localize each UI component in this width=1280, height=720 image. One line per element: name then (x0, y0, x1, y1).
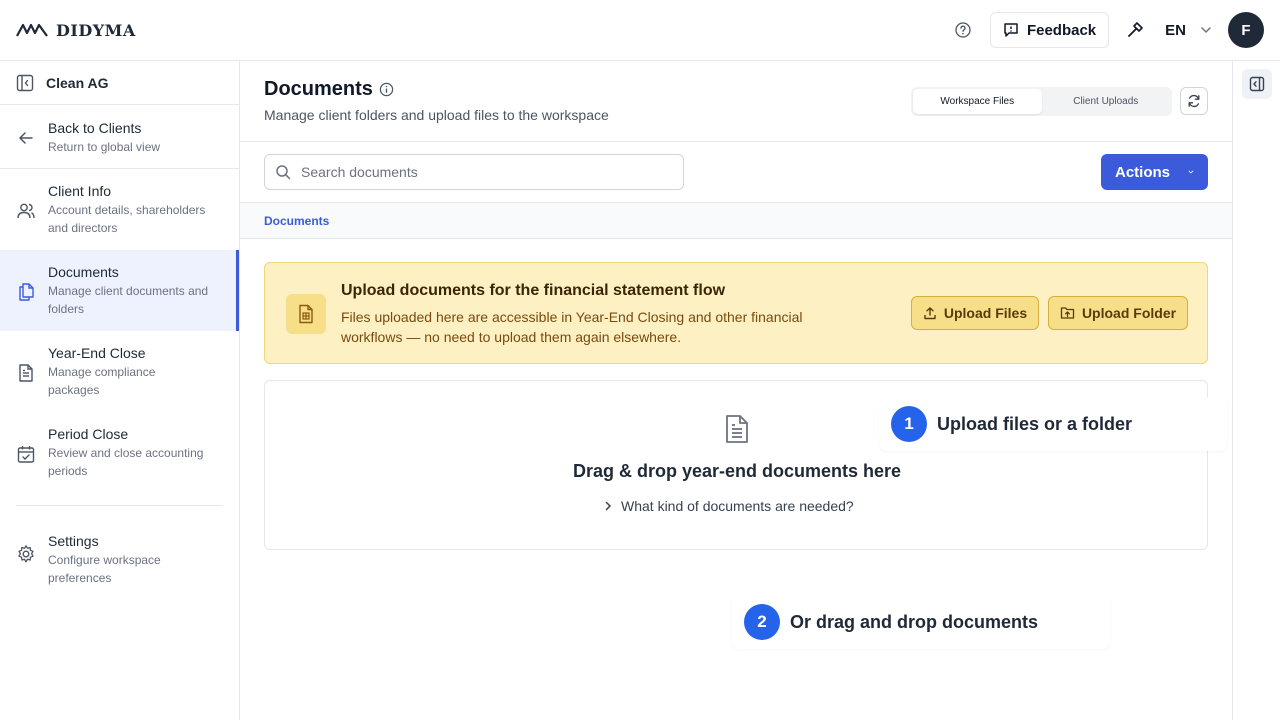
sidebar-item-title: Client Info (48, 183, 112, 199)
help-icon[interactable] (954, 21, 972, 39)
calendar-check-icon (16, 444, 36, 464)
banner-title: Upload documents for the financial state… (341, 282, 726, 299)
refresh-icon (1188, 94, 1200, 108)
callout-text: Upload files or a folder (937, 413, 1133, 434)
files-icon (16, 282, 36, 302)
arrow-left-icon (16, 128, 36, 148)
brand-logo[interactable]: DIDYMA (16, 21, 136, 40)
sidebar-item-title: Settings (48, 533, 99, 549)
page-title: Documents (264, 78, 394, 101)
sidebar-item-subtitle: Review and close accounting periods (48, 446, 204, 478)
upload-folder-button[interactable]: Upload Folder (1048, 296, 1188, 330)
page-header: Documents Manage client folders and uplo… (240, 61, 1232, 142)
feedback-button[interactable]: Feedback (989, 12, 1110, 48)
upload-icon (924, 307, 936, 320)
search-icon (276, 165, 291, 180)
language-label: EN (1165, 21, 1186, 39)
upload-info-banner: Upload documents for the financial state… (264, 262, 1208, 364)
refresh-button[interactable] (1180, 87, 1208, 115)
sidebar-item-title: Period Close (48, 426, 129, 442)
dropzone-title: Drag & drop year-end documents here (572, 461, 902, 481)
search-input[interactable] (301, 164, 661, 180)
sidebar-item-settings[interactable]: Settings Configure workspace preferences (0, 526, 239, 596)
sidebar-item-back-to-clients[interactable]: Back to Clients Return to global view (0, 105, 239, 169)
hammer-icon[interactable] (1125, 20, 1145, 40)
view-tabs: Workspace Files Client Uploads (911, 87, 1172, 116)
sidebar-item-subtitle: Configure workspace preferences (48, 553, 161, 585)
chevron-right-icon (605, 501, 612, 511)
callout-text: Or drag and drop documents (790, 611, 1039, 632)
documents-toolbar: Actions (240, 142, 1232, 203)
sidebar-item-title: Back to Clients (48, 120, 142, 136)
breadcrumb: Documents (240, 203, 1232, 239)
banner-text: Files uploaded here are accessible in Ye… (341, 309, 803, 345)
panel-toggle-icon (1249, 76, 1265, 92)
chevron-down-icon (1201, 27, 1211, 34)
user-avatar[interactable]: F (1228, 12, 1264, 48)
tab-client-uploads[interactable]: Client Uploads (1042, 89, 1171, 114)
sidebar-item-documents[interactable]: Documents Manage client documents and fo… (0, 250, 239, 331)
sidebar-item-subtitle: Return to global view (48, 140, 161, 154)
upload-folder-label: Upload Folder (1081, 305, 1177, 321)
callout-step-badge: 2 (744, 604, 780, 640)
page-subtitle: Manage client folders and upload files t… (264, 107, 609, 123)
users-icon (16, 201, 36, 221)
info-icon[interactable] (379, 82, 394, 97)
sidebar-item-client-info[interactable]: Client Info Account details, shareholder… (0, 169, 239, 250)
tour-callout-upload: 1 Upload files or a folder (879, 397, 1227, 451)
feedback-label: Feedback (1026, 21, 1097, 39)
sidebar-item-period-close[interactable]: Period Close Review and close accounting… (0, 412, 239, 493)
document-icon (722, 414, 752, 444)
brand-name: DIDYMA (56, 20, 136, 40)
search-box[interactable] (264, 154, 684, 190)
sidebar-item-title: Year-End Close (48, 345, 146, 361)
upload-files-button[interactable]: Upload Files (911, 296, 1039, 330)
message-icon (1004, 23, 1018, 37)
actions-button[interactable]: Actions (1101, 154, 1208, 190)
collapse-sidebar-icon[interactable] (16, 74, 34, 92)
folder-upload-icon (1060, 307, 1075, 319)
page-title-text: Documents (264, 78, 373, 100)
chevron-down-icon (1188, 170, 1194, 174)
document-requirements-label: What kind of documents are needed? (621, 498, 854, 514)
file-text-icon (16, 363, 36, 383)
sidebar-item-subtitle: Manage client documents and folders (48, 284, 209, 316)
spreadsheet-file-icon (286, 294, 326, 334)
sidebar-client-header[interactable]: Clean AG (0, 61, 239, 105)
tab-workspace-files[interactable]: Workspace Files (913, 89, 1042, 114)
right-panel-rail (1232, 61, 1280, 720)
client-name: Clean AG (46, 74, 109, 91)
top-header: DIDYMA Feedback EN F (0, 0, 1280, 61)
gear-icon (16, 544, 36, 564)
sidebar-item-subtitle: Account details, shareholders and direct… (48, 203, 206, 235)
tour-callout-drag-drop: 2 Or drag and drop documents (732, 595, 1110, 649)
sidebar-item-title: Documents (48, 264, 119, 280)
sidebar-divider (16, 505, 223, 506)
callout-step-badge: 1 (891, 406, 927, 442)
sidebar-item-year-end-close[interactable]: Year-End Close Manage compliance package… (0, 331, 239, 412)
upload-files-label: Upload Files (943, 305, 1028, 321)
actions-label: Actions (1115, 163, 1171, 181)
toggle-right-panel-button[interactable] (1242, 69, 1272, 99)
sidebar: Clean AG Back to Clients Return to globa… (0, 61, 240, 720)
sidebar-item-subtitle: Manage compliance packages (48, 365, 156, 397)
breadcrumb-documents[interactable]: Documents (264, 214, 329, 228)
document-requirements-toggle[interactable]: What kind of documents are needed? (603, 498, 854, 514)
didyma-logo-icon (16, 23, 48, 37)
language-selector[interactable]: EN (1165, 22, 1212, 39)
